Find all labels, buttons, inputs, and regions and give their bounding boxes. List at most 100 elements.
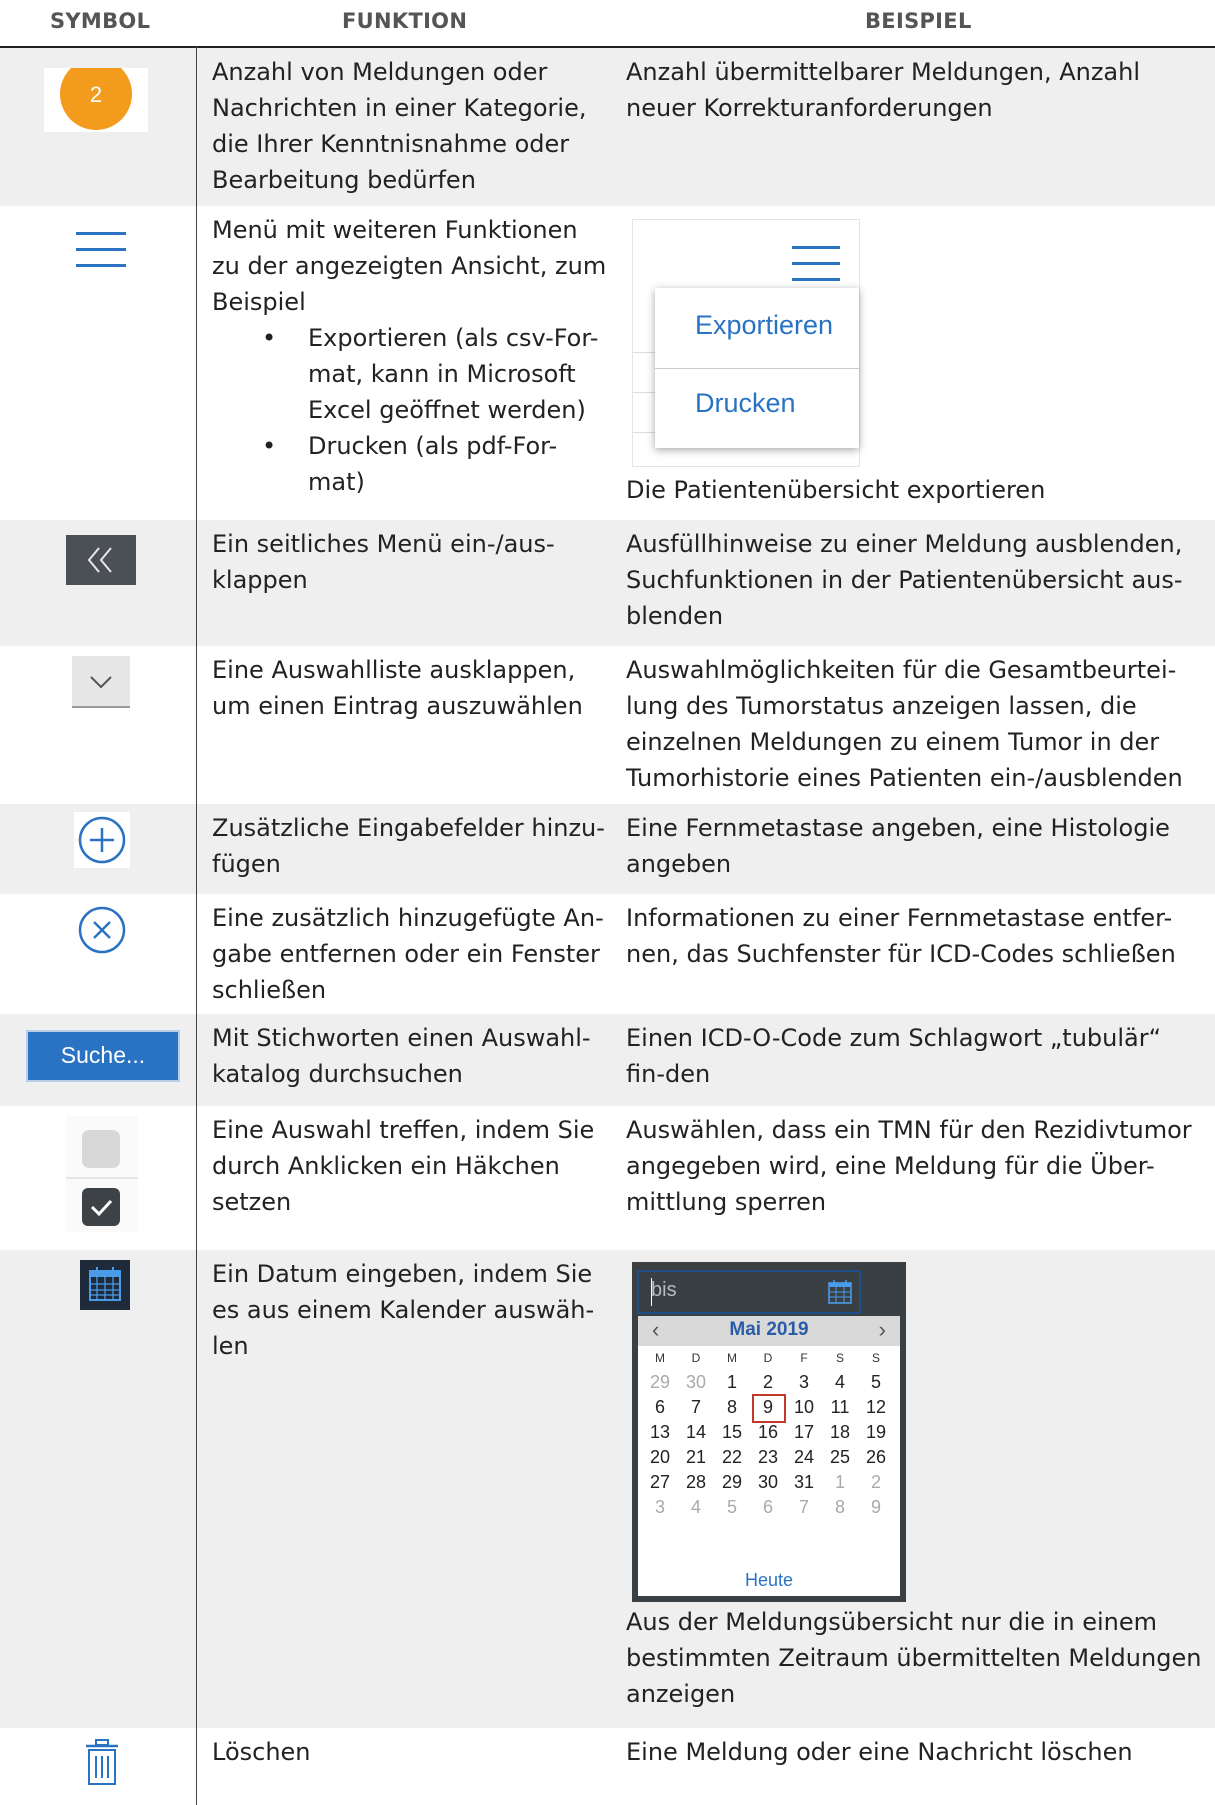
calendar-day[interactable]: 6 <box>642 1397 678 1418</box>
header-beispiel: BEISPIEL <box>865 9 972 33</box>
count-badge-icon[interactable]: 2 <box>44 58 148 132</box>
calendar-day[interactable]: 14 <box>678 1422 714 1443</box>
calendar-day[interactable]: 8 <box>714 1397 750 1418</box>
calendar-day[interactable]: 8 <box>822 1497 858 1518</box>
header-symbol: SYMBOL <box>50 9 151 33</box>
date-input[interactable]: bis <box>637 1270 861 1314</box>
example-text: Anzahl übermittelbarer Meldungen, Anzahl… <box>626 58 1141 122</box>
function-text: Löschen <box>212 1738 311 1766</box>
calendar-day[interactable]: 15 <box>714 1422 750 1443</box>
calendar-icon[interactable] <box>827 1279 853 1310</box>
example-text: Auswählen, dass ein TMN für den Rezidivt… <box>626 1116 1192 1216</box>
calendar-day[interactable]: 18 <box>822 1422 858 1443</box>
calendar-day[interactable]: 7 <box>678 1397 714 1418</box>
close-circle-icon[interactable] <box>74 902 130 962</box>
calendar-day[interactable]: 7 <box>786 1497 822 1518</box>
calendar-day[interactable]: 2 <box>858 1472 894 1493</box>
example-text: Aus der Meldungsübersicht nur die in ein… <box>626 1608 1202 1708</box>
weekday-label: F <box>800 1351 808 1365</box>
calendar-day[interactable]: 1 <box>822 1472 858 1493</box>
table-row: Suche... Mit Stichworten einen Auswahl-k… <box>0 1014 1215 1106</box>
calendar-day[interactable]: 6 <box>750 1497 786 1518</box>
calendar-day[interactable]: 26 <box>858 1447 894 1468</box>
calendar-day[interactable]: 4 <box>678 1497 714 1518</box>
calendar-day[interactable]: 2 <box>750 1372 786 1393</box>
menu-example: Exportieren Drucken <box>632 219 860 467</box>
function-text: Mit Stichworten einen Auswahl-katalog du… <box>212 1024 591 1088</box>
calendar-example: bis ‹ Mai 2019 › Heute M D M D F S S 29 … <box>632 1262 906 1602</box>
calendar-day[interactable]: 30 <box>750 1472 786 1493</box>
function-intro: Menü mit weiteren Funktionen zu der ange… <box>212 216 607 316</box>
trash-icon[interactable] <box>84 1738 120 1792</box>
calendar-day[interactable]: 20 <box>642 1447 678 1468</box>
calendar-day[interactable]: 5 <box>714 1497 750 1518</box>
calendar-day[interactable]: 22 <box>714 1447 750 1468</box>
function-text: Eine zusätzlich hinzugefügte An-gabe ent… <box>212 904 604 1004</box>
calendar-day[interactable]: 28 <box>678 1472 714 1493</box>
calendar-day[interactable]: 3 <box>642 1497 678 1518</box>
calendar-day[interactable]: 30 <box>678 1372 714 1393</box>
hamburger-menu-icon[interactable] <box>792 246 840 287</box>
double-chevron-left-icon[interactable] <box>66 535 136 585</box>
selected-day-marker <box>752 1394 786 1423</box>
plus-circle-icon[interactable] <box>74 812 130 868</box>
calendar-day[interactable]: 11 <box>822 1397 858 1418</box>
table-row: Ein seitliches Menü ein-/aus-klappen Aus… <box>0 520 1215 646</box>
calendar-icon[interactable] <box>80 1260 130 1310</box>
table-row: Eine Auswahlliste ausklappen, um einen E… <box>0 646 1215 805</box>
calendar-day[interactable]: 23 <box>750 1447 786 1468</box>
example-text: Die Patientenübersicht exportieren <box>626 476 1046 504</box>
function-bullets: Exportieren (als csv-For-mat, kann in Mi… <box>212 320 612 500</box>
calendar-day[interactable]: 5 <box>858 1372 894 1393</box>
example-text: Eine Fernmetastase angeben, eine Histolo… <box>626 814 1170 878</box>
calendar-day[interactable]: 21 <box>678 1447 714 1468</box>
calendar-day[interactable]: 10 <box>786 1397 822 1418</box>
calendar-day[interactable]: 31 <box>786 1472 822 1493</box>
table-row: Zusätzliche Eingabefelder hinzu-fügen Ei… <box>0 804 1215 894</box>
table-row: Ein Datum eingeben, indem Sie es aus ein… <box>0 1250 1215 1728</box>
calendar-day[interactable]: 29 <box>642 1372 678 1393</box>
calendar-day[interactable]: 19 <box>858 1422 894 1443</box>
calendar-day[interactable]: 29 <box>714 1472 750 1493</box>
bullet-item: Exportieren (als csv-For-mat, kann in Mi… <box>262 320 612 428</box>
menu-item-exportieren[interactable]: Exportieren <box>695 310 833 341</box>
weekday-label: S <box>835 1351 844 1365</box>
calendar-day[interactable]: 27 <box>642 1472 678 1493</box>
calendar-panel: ‹ Mai 2019 › Heute M D M D F S S 29 30 1 2 3 4 5 6 7 8 9 1… <box>638 1316 900 1596</box>
column-divider <box>196 46 197 1805</box>
function-text: Ein Datum eingeben, indem Sie es aus ein… <box>212 1260 595 1360</box>
badge-count: 2 <box>90 82 102 107</box>
calendar-day[interactable]: 1 <box>714 1372 750 1393</box>
calendar-day[interactable]: 9 <box>858 1497 894 1518</box>
calendar-day[interactable]: 13 <box>642 1422 678 1443</box>
menu-item-drucken[interactable]: Drucken <box>695 388 796 419</box>
calendar-day[interactable]: 4 <box>822 1372 858 1393</box>
weekday-label: D <box>691 1351 701 1365</box>
table-row: 2 Anzahl von Meldungen oder Nachrichten … <box>0 48 1215 206</box>
function-text: Eine Auswahl treffen, indem Sie durch An… <box>212 1116 595 1216</box>
hamburger-menu-icon[interactable] <box>76 230 126 274</box>
table-header: SYMBOL FUNKTION BEISPIEL <box>0 0 1215 46</box>
chevron-down-icon[interactable] <box>72 656 130 708</box>
weekday-label: D <box>763 1351 773 1365</box>
bullet-item: Drucken (als pdf-For-mat) <box>262 428 612 500</box>
calendar-day[interactable]: 25 <box>822 1447 858 1468</box>
search-button-icon[interactable]: Suche... <box>26 1030 180 1082</box>
weekday-label: M <box>727 1351 737 1365</box>
function-text: Anzahl von Meldungen oder Nachrichten in… <box>212 58 587 194</box>
checkbox-icon[interactable] <box>66 1116 138 1232</box>
calendar-day[interactable]: 3 <box>786 1372 822 1393</box>
calendar-day[interactable]: 24 <box>786 1447 822 1468</box>
chevron-right-icon[interactable]: › <box>879 1317 886 1343</box>
weekday-label: M <box>655 1351 665 1365</box>
calendar-day[interactable]: 16 <box>750 1422 786 1443</box>
menu-popup: Exportieren Drucken <box>655 288 859 448</box>
header-funktion: FUNKTION <box>342 9 468 33</box>
date-input-placeholder: bis <box>651 1279 677 1301</box>
function-text: Ein seitliches Menü ein-/aus-klappen <box>212 530 555 594</box>
table-row: Löschen Eine Meldung oder eine Nachricht… <box>0 1728 1215 1805</box>
calendar-day[interactable]: 17 <box>786 1422 822 1443</box>
calendar-day[interactable]: 12 <box>858 1397 894 1418</box>
example-text: Informationen zu einer Fernmetastase ent… <box>626 904 1176 968</box>
today-button[interactable]: Heute <box>638 1570 900 1591</box>
